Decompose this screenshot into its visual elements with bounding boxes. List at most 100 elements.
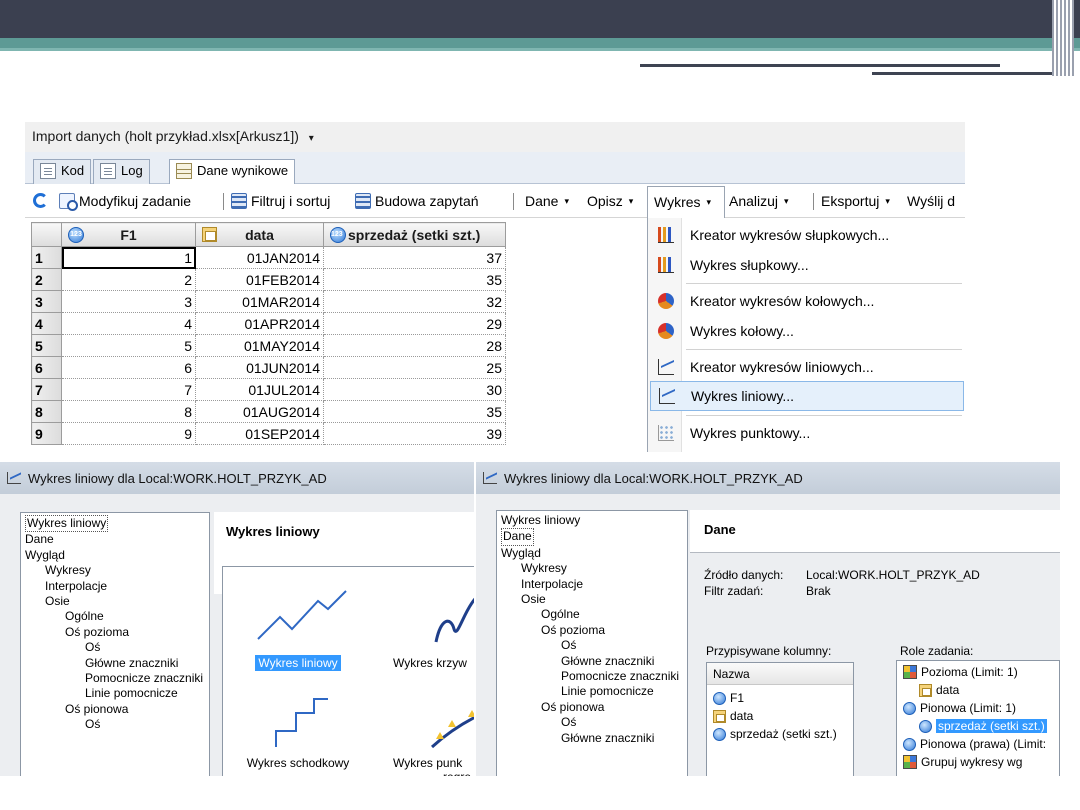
tree-item[interactable]: Ogólne [501,607,687,622]
menu-item-bar[interactable]: Wykres słupkowy... [650,250,964,280]
tree-item[interactable]: Pomocnicze znaczniki [25,671,209,686]
menu-item-bar-wizard[interactable]: Kreator wykresów słupkowych... [650,220,964,250]
cell-f1[interactable]: 7 [61,378,196,401]
tree-item[interactable]: Linie pomocnicze [501,684,687,699]
role-assigned-data[interactable]: data [919,683,959,697]
tree-item[interactable]: Główne znaczniki [25,656,209,671]
tree-item[interactable]: Dane [25,532,209,547]
column-item-sprzedaz[interactable]: sprzedaż (setki szt.) [713,727,837,741]
tree-item[interactable]: Oś pozioma [501,623,687,638]
tree-item[interactable]: Linie pomocnicze [25,686,209,701]
refresh-button[interactable] [33,193,48,208]
table-row[interactable]: 6 6 01JUN2014 25 [31,356,506,379]
dialog-title-bar[interactable]: Wykres liniowy dla Local:WORK.HOLT_PRZYK… [476,462,1060,494]
row-number[interactable]: 3 [31,290,62,313]
title-dropdown-caret[interactable]: ▾ [309,133,314,144]
cell-sprzedaz[interactable]: 30 [323,378,506,401]
row-number[interactable]: 1 [31,246,62,269]
row-number[interactable]: 9 [31,422,62,445]
grid-corner[interactable] [31,222,62,247]
tree-item[interactable]: Oś pionowa [25,702,209,717]
tree-item[interactable]: Oś pozioma [25,625,209,640]
table-row[interactable]: 8 8 01AUG2014 35 [31,400,506,423]
row-number[interactable]: 7 [31,378,62,401]
table-row[interactable]: 4 4 01APR2014 29 [31,312,506,335]
cell-f1[interactable]: 5 [61,334,196,357]
modify-task-button[interactable]: Modyfikuj zadanie [59,193,191,211]
cell-sprzedaz[interactable]: 35 [323,268,506,291]
gallery-item-scatter-regression[interactable]: Wykres punkregre [391,689,474,776]
tree-item[interactable]: Wygląd [25,548,209,563]
filter-sort-button[interactable]: Filtruj i sortuj [231,193,330,209]
table-row[interactable]: 3 3 01MAR2014 32 [31,290,506,313]
cell-f1[interactable]: 9 [61,422,196,445]
menu-wyslij[interactable]: Wyślij d [907,193,955,209]
role-pionowa[interactable]: Pionowa (Limit: 1) [903,701,1016,715]
row-number[interactable]: 5 [31,334,62,357]
column-header-f1[interactable]: 123 F1 [61,222,196,247]
table-row[interactable]: 5 5 01MAY2014 28 [31,334,506,357]
cell-sprzedaz[interactable]: 35 [323,400,506,423]
window-title-bar[interactable]: Import danych (holt przykład.xlsx[Arkusz… [25,122,965,152]
tree-item[interactable]: Interpolacje [501,577,687,592]
cell-f1[interactable]: 3 [61,290,196,313]
cell-data[interactable]: 01JAN2014 [195,246,324,269]
cell-data[interactable]: 01FEB2014 [195,268,324,291]
row-number[interactable]: 6 [31,356,62,379]
tree-item[interactable]: Osie [25,594,209,609]
row-number[interactable]: 2 [31,268,62,291]
cell-data[interactable]: 01SEP2014 [195,422,324,445]
menu-item-pie[interactable]: Wykres kołowy... [650,316,964,346]
menu-wykres[interactable]: Wykres ▾ [654,194,711,210]
tree-item[interactable]: Oś [501,715,687,730]
cell-data[interactable]: 01MAY2014 [195,334,324,357]
row-number[interactable]: 4 [31,312,62,335]
gallery-item-line[interactable]: Wykres liniowy [243,587,353,671]
tree-item[interactable]: Osie [501,592,687,607]
role-pionowa-prawa[interactable]: Pionowa (prawa) (Limit: [903,737,1046,751]
role-assigned-sprzedaz[interactable]: sprzedaż (setki szt.) [919,719,1047,733]
cell-data[interactable]: 01JUN2014 [195,356,324,379]
tree-item[interactable]: Pomocnicze znaczniki [501,669,687,684]
tree-item[interactable]: Dane [501,528,687,546]
menu-dane[interactable]: Dane ▾ [525,193,569,209]
menu-item-line[interactable]: Wykres liniowy... [650,381,964,411]
menu-analizuj[interactable]: Analizuj ▾ [729,193,789,209]
column-header-data[interactable]: data [195,222,324,247]
cell-f1[interactable]: 6 [61,356,196,379]
cell-sprzedaz[interactable]: 39 [323,422,506,445]
menu-opisz[interactable]: Opisz ▾ [587,193,633,209]
role-grupuj[interactable]: Grupuj wykresy wg [903,755,1022,769]
tree-item[interactable]: Oś [25,717,209,732]
dialog-title-bar[interactable]: Wykres liniowy dla Local:WORK.HOLT_PRZYK… [0,462,474,494]
tree-item[interactable]: Wygląd [501,546,687,561]
menu-item-scatter[interactable]: Wykres punktowy... [650,418,964,448]
cell-f1[interactable]: 8 [61,400,196,423]
tree-item[interactable]: Główne znaczniki [501,731,687,746]
menu-item-line-wizard[interactable]: Kreator wykresów liniowych... [650,352,964,382]
tree-item[interactable]: Wykres liniowy [501,513,687,528]
column-item-f1[interactable]: F1 [713,691,744,705]
tab-log[interactable]: Log [93,159,150,184]
tree-item[interactable]: Wykresy [501,561,687,576]
gallery-item-curve[interactable]: Wykres krzyw [391,587,474,670]
cell-data[interactable]: 01MAR2014 [195,290,324,313]
menu-wykres-open[interactable]: Wykres ▾ [647,186,725,218]
cell-f1[interactable]: 4 [61,312,196,335]
table-row[interactable]: 1 1 01JAN2014 37 [31,246,506,269]
cell-f1[interactable]: 1 [61,246,196,269]
query-builder-button[interactable]: Budowa zapytań [355,193,479,209]
menu-item-pie-wizard[interactable]: Kreator wykresów kołowych... [650,286,964,316]
menu-eksportuj[interactable]: Eksportuj ▾ [821,193,890,209]
tree-item[interactable]: Wykresy [25,563,209,578]
tree-item[interactable]: Oś pionowa [501,700,687,715]
column-item-data[interactable]: data [713,709,753,723]
tree-item[interactable]: Ogólne [25,609,209,624]
tab-dane-wynikowe[interactable]: Dane wynikowe [169,159,296,185]
cell-sprzedaz[interactable]: 37 [323,246,506,269]
cell-sprzedaz[interactable]: 25 [323,356,506,379]
tree-item[interactable]: Główne znaczniki [501,654,687,669]
column-header-sprzedaz[interactable]: 123 sprzedaż (setki szt.) [323,222,506,247]
role-pozioma[interactable]: Pozioma (Limit: 1) [903,665,1018,679]
table-row[interactable]: 2 2 01FEB2014 35 [31,268,506,291]
